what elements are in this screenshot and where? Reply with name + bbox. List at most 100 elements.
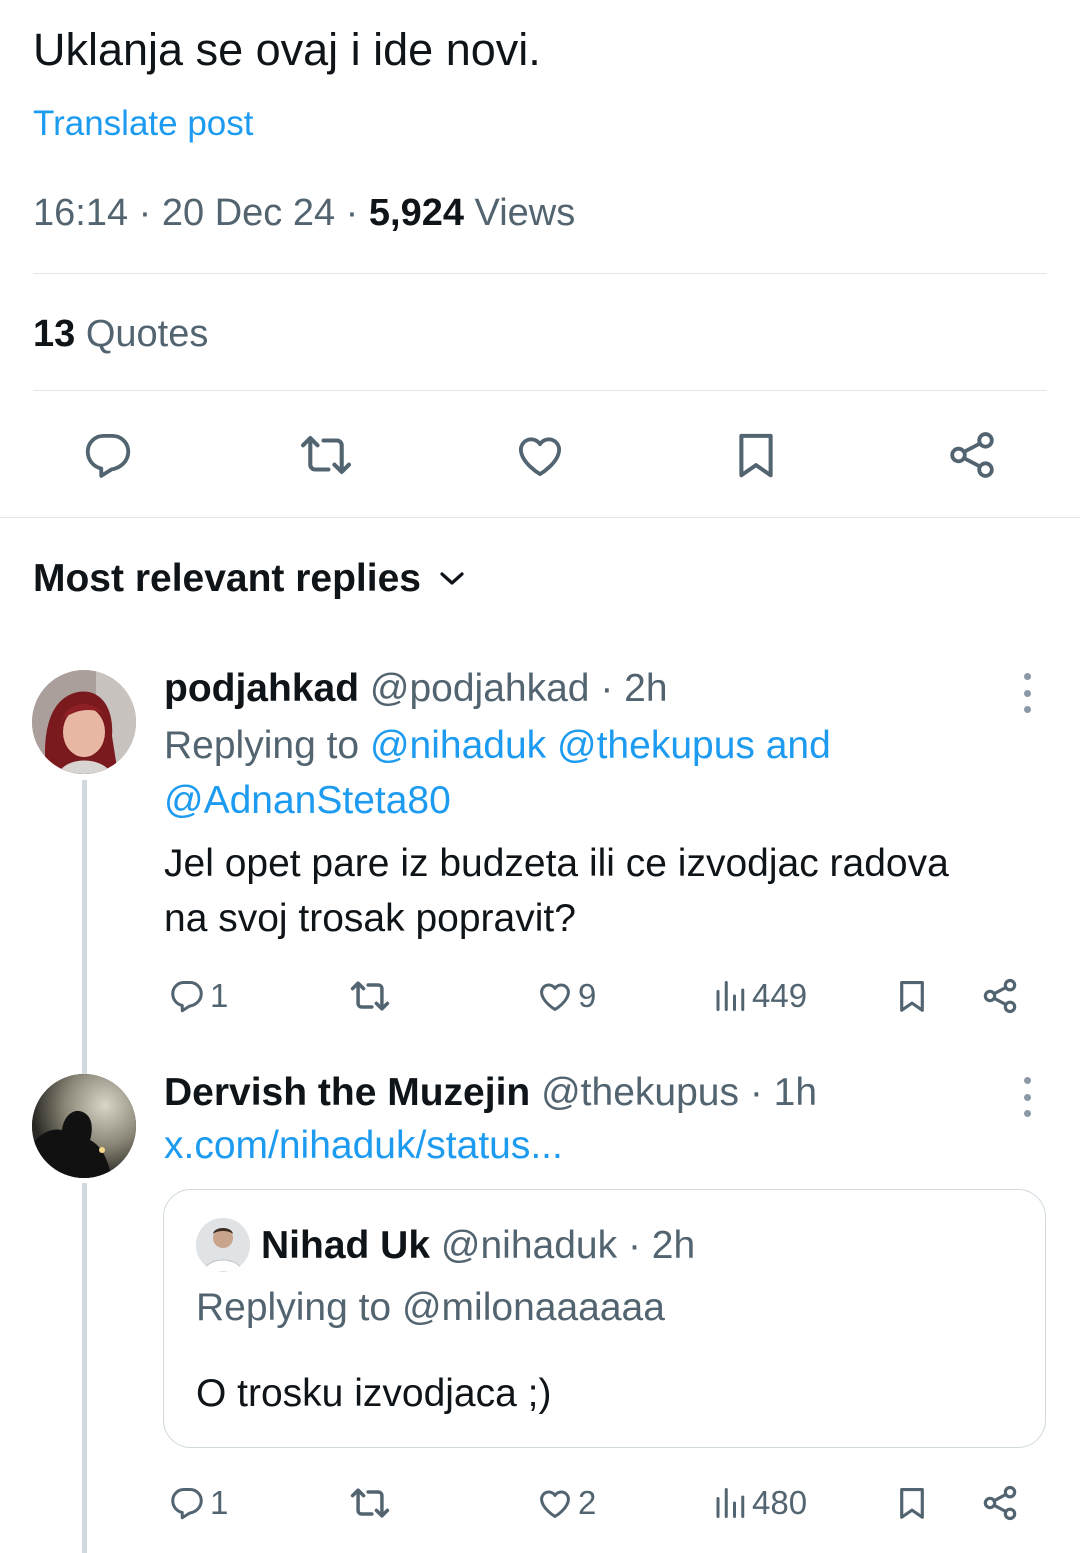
section-divider — [0, 517, 1080, 518]
chevron-down-icon — [440, 572, 464, 585]
meta-separator: · — [345, 192, 369, 234]
reply-icon — [85, 433, 131, 478]
reply-count: 1 — [210, 977, 229, 1014]
quoted-header: Nihad Uk @nihaduk · 2h — [261, 1221, 695, 1271]
author-handle[interactable]: @thekupus — [541, 1071, 739, 1114]
share-icon — [983, 1485, 1017, 1521]
share-button[interactable] — [940, 425, 1004, 485]
retweet-icon — [350, 981, 390, 1011]
share-icon — [950, 432, 994, 478]
reply-text-line: na svoj trosak popravit? — [164, 897, 576, 940]
reply-button[interactable]: 1 — [168, 971, 228, 1021]
retweet-button[interactable] — [348, 1478, 392, 1528]
author-name[interactable]: Dervish the Muzejin — [164, 1071, 530, 1114]
dot — [1023, 673, 1031, 680]
analytics-icon — [716, 981, 745, 1011]
share-button[interactable] — [980, 1478, 1020, 1528]
bookmark-button[interactable] — [724, 425, 788, 485]
quoted-author-handle: @nihaduk — [440, 1224, 618, 1267]
quotes-label: Quotes — [85, 313, 209, 355]
quotes-count: 13 — [33, 313, 76, 355]
views-count: 5,924 — [368, 192, 464, 234]
quotes-link[interactable]: 13 Quotes — [33, 313, 208, 356]
like-button[interactable] — [508, 425, 572, 485]
quoted-time: 2h — [651, 1224, 696, 1267]
more-options-button[interactable] — [1012, 1077, 1042, 1117]
quoted-avatar-image — [196, 1218, 250, 1272]
bookmark-icon — [739, 433, 773, 478]
views-button[interactable]: 480 — [712, 1478, 807, 1528]
reply-action-bar: 1 9 449 — [0, 971, 1080, 1021]
translate-post-link[interactable]: Translate post — [33, 104, 253, 144]
divider — [33, 273, 1047, 274]
thread-line — [82, 780, 87, 1070]
dot — [1023, 689, 1031, 697]
replying-to-line2: @AdnanSteta80 — [164, 773, 451, 828]
avatar[interactable] — [32, 1074, 136, 1178]
tweet-action-bar — [0, 425, 1080, 485]
quoted-author-name: Nihad Uk — [261, 1224, 431, 1267]
like-icon — [540, 983, 570, 1011]
like-count: 9 — [578, 977, 597, 1014]
reply-icon — [171, 981, 203, 1013]
views-count: 480 — [752, 1484, 808, 1521]
share-button[interactable] — [980, 971, 1020, 1021]
dot — [1023, 1077, 1031, 1084]
divider — [33, 390, 1047, 391]
reply-icon — [171, 1488, 203, 1520]
like-button[interactable]: 2 — [536, 1478, 596, 1528]
status-link-text[interactable]: x.com/nihaduk/status... — [164, 1124, 563, 1167]
more-options-button[interactable] — [1012, 673, 1042, 713]
reply-button[interactable] — [76, 425, 140, 485]
like-count: 2 — [578, 1484, 597, 1521]
retweet-button[interactable] — [348, 971, 392, 1021]
quoted-replying-to: Replying to @milonaaaaaa — [196, 1280, 665, 1335]
analytics-icon — [716, 1488, 745, 1518]
author-name[interactable]: podjahkad — [164, 667, 359, 710]
bookmark-icon — [900, 1487, 924, 1519]
share-icon — [983, 978, 1017, 1014]
retweet-icon — [300, 436, 352, 474]
bookmark-button[interactable] — [893, 1478, 931, 1528]
replying-to: Replying to @nihaduk @thekupus and — [164, 718, 831, 773]
reply-time[interactable]: 2h — [624, 667, 667, 710]
bookmark-icon — [900, 980, 924, 1012]
reply-header: Dervish the Muzejin @thekupus · 1h — [164, 1068, 817, 1118]
dot — [1023, 706, 1031, 713]
bookmark-button[interactable] — [893, 971, 931, 1021]
replies-sort-label: Most relevant replies — [33, 557, 421, 600]
dot — [1023, 1093, 1031, 1101]
replying-to-prefix: Replying to — [164, 724, 360, 767]
mention-link[interactable]: @AdnanSteta80 — [164, 779, 451, 822]
reply-time[interactable]: 1h — [774, 1071, 817, 1114]
like-icon — [540, 1490, 570, 1518]
like-button[interactable]: 9 — [536, 971, 596, 1021]
dot — [1023, 1110, 1031, 1117]
retweet-button[interactable] — [294, 425, 358, 485]
replying-to-prefix: Replying to — [196, 1286, 392, 1329]
views-button[interactable]: 449 — [712, 971, 807, 1021]
quoted-mention: @milonaaaaaa — [401, 1286, 665, 1329]
reply-action-bar: 1 2 480 — [0, 1478, 1080, 1528]
tweet-text: Uklanja se ovaj i ide novi. — [33, 24, 541, 75]
avatar-image — [32, 670, 136, 774]
tweet-time: 16:14 — [33, 192, 129, 234]
reply-button[interactable]: 1 — [168, 1478, 228, 1528]
quoted-text: O trosku izvodjaca ;) — [196, 1372, 552, 1415]
retweet-icon — [350, 1488, 390, 1518]
separator: · — [749, 1071, 774, 1114]
separator: · — [600, 667, 625, 710]
reply-header: podjahkad @podjahkad · 2h — [164, 664, 668, 714]
meta-separator: · — [138, 192, 162, 234]
status-link[interactable]: x.com/nihaduk/status... — [164, 1118, 563, 1173]
tweet-meta: 16:14 · 20 Dec 24 · 5,924 Views — [33, 192, 575, 235]
mention-links[interactable]: @nihaduk @thekupus and — [370, 724, 831, 767]
reply-count: 1 — [210, 1484, 229, 1521]
quoted-avatar — [196, 1218, 250, 1272]
replies-sort-dropdown[interactable]: Most relevant replies — [33, 557, 465, 601]
tweet-date: 20 Dec 24 — [161, 192, 336, 234]
like-icon — [518, 437, 562, 477]
reply-text-line: Jel opet pare iz budzeta ili ce izvodjac… — [164, 842, 949, 885]
avatar[interactable] — [32, 670, 136, 774]
author-handle[interactable]: @podjahkad — [370, 667, 590, 710]
